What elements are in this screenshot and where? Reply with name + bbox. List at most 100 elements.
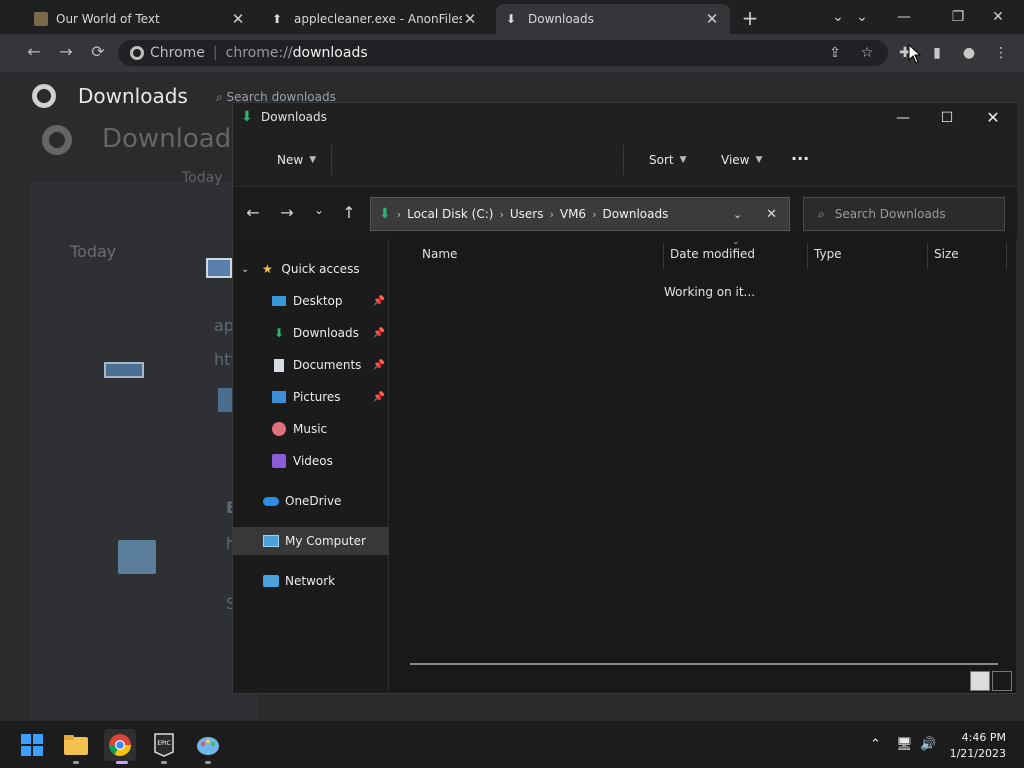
minimize-button[interactable]: — (882, 4, 926, 30)
ghost-downloads-title: Downloads (42, 124, 245, 155)
nav-quick-access[interactable]: ⌄ ★ Quick access (233, 255, 389, 283)
back-button[interactable]: ← (241, 203, 265, 223)
tab-anonfiles[interactable]: ⬆ applecleaner.exe - AnonFiles ✕ (262, 4, 488, 34)
divider (623, 145, 624, 175)
more-options-button[interactable]: ··· (791, 149, 809, 168)
pin-icon[interactable]: 📌 (373, 360, 385, 371)
navigation-pane: ⌄ ★ Quick access Desktop 📌 ⬇ Downloads 📌… (233, 239, 389, 693)
horizontal-scrollbar[interactable] (410, 663, 998, 665)
svg-text:EPIC: EPIC (157, 740, 170, 747)
explorer-address-bar[interactable]: ⬇ › Local Disk (C:) › Users › VM6 › Down… (370, 197, 790, 231)
column-divider[interactable] (663, 243, 664, 269)
column-header-date-modified[interactable]: Date modified (670, 247, 755, 261)
nav-documents[interactable]: Documents 📌 (233, 351, 389, 379)
explorer-title-bar: ⬇ Downloads — ☐ ✕ (233, 103, 1017, 133)
nav-music[interactable]: Music (233, 415, 389, 443)
loading-status-text: Working on it... (664, 285, 756, 299)
close-tab-icon[interactable]: ✕ (704, 10, 720, 28)
chevron-down-icon[interactable]: ⌄ (840, 4, 884, 30)
system-clock[interactable]: 4:46 PM 1/21/2023 (950, 730, 1006, 762)
breadcrumb-item[interactable]: Users (510, 207, 544, 221)
breadcrumb-item[interactable]: Local Disk (C:) (407, 207, 493, 221)
paint-icon[interactable] (192, 729, 224, 761)
forward-button[interactable]: → (275, 203, 299, 223)
installer-icon (118, 540, 156, 574)
reload-button[interactable]: ⟳ (86, 42, 110, 64)
menu-kebab-icon[interactable]: ⋮ (992, 44, 1010, 62)
nav-my-computer[interactable]: My Computer (233, 527, 389, 555)
close-tab-icon[interactable]: ✕ (230, 10, 246, 28)
file-explorer-window: ⬇ Downloads — ☐ ✕ New ▼ Sort ▼ View ▼ ··· ←… (232, 102, 1017, 694)
ghost-text-fragment: ap (214, 316, 234, 335)
command-bar: New ▼ Sort ▼ View ▼ ··· (233, 133, 1017, 187)
nav-videos[interactable]: Videos (233, 447, 389, 475)
google-chrome-icon[interactable] (104, 729, 136, 761)
clear-address-icon[interactable]: ✕ (766, 207, 777, 222)
sort-button[interactable]: Sort ▼ (649, 153, 687, 167)
installer-icon (104, 362, 160, 386)
forward-button[interactable]: → (54, 42, 78, 64)
new-button[interactable]: New ▼ (277, 153, 316, 167)
windows-start-icon[interactable] (16, 729, 48, 761)
pictures-icon (271, 389, 287, 405)
network-icon (263, 573, 279, 589)
tab-our-world-of-text[interactable]: Our World of Text ✕ (24, 4, 256, 34)
epic-games-icon[interactable]: EPIC (148, 729, 180, 761)
network-status-icon[interactable]: 🖥 (896, 737, 913, 752)
file-explorer-icon[interactable] (60, 729, 92, 761)
column-header-type[interactable]: Type (814, 247, 842, 261)
download-icon: ⬇ (241, 109, 253, 125)
side-panel-icon[interactable]: ▮ (928, 44, 946, 62)
search-icon: ⌕ (818, 206, 825, 221)
view-button[interactable]: View ▼ (721, 153, 762, 167)
recent-locations-button[interactable]: ⌄ (307, 203, 331, 223)
pin-icon[interactable]: 📌 (373, 392, 385, 403)
divider (331, 145, 332, 175)
nav-desktop[interactable]: Desktop 📌 (233, 287, 389, 315)
breadcrumb-item[interactable]: Downloads (602, 207, 668, 221)
restore-button[interactable]: ❐ (936, 4, 980, 30)
search-input[interactable]: ⌕ Search Downloads (803, 197, 1005, 231)
nav-pictures[interactable]: Pictures 📌 (233, 383, 389, 411)
volume-icon[interactable]: 🔊 (920, 737, 936, 752)
nav-onedrive[interactable]: OneDrive (233, 487, 389, 515)
back-button[interactable]: ← (22, 42, 46, 64)
new-tab-button[interactable]: + (738, 6, 762, 30)
documents-icon (271, 357, 287, 373)
nav-downloads[interactable]: ⬇ Downloads 📌 (233, 319, 389, 347)
active-indicator (116, 761, 128, 764)
share-icon[interactable]: ⇪ (826, 44, 844, 62)
chevron-right-icon: › (499, 207, 504, 221)
mouse-cursor-icon (908, 44, 922, 64)
close-window-button[interactable]: ✕ (976, 4, 1020, 30)
large-icons-view-button[interactable] (992, 671, 1012, 691)
download-icon: ⬇ (506, 12, 517, 26)
chevron-down-icon: ⌄ (241, 263, 250, 275)
column-divider[interactable] (1006, 243, 1007, 269)
details-view-button[interactable] (970, 671, 990, 691)
column-divider[interactable] (927, 243, 928, 269)
maximize-button[interactable]: ☐ (927, 107, 967, 129)
chevron-down-icon: ▼ (679, 155, 687, 165)
computer-icon (263, 533, 279, 549)
file-list-pane: Name ⌄ Date modified Type Size Working o… (390, 237, 1016, 693)
close-tab-icon[interactable]: ✕ (462, 10, 478, 28)
chevron-up-icon[interactable]: ⌃ (870, 737, 881, 752)
column-divider[interactable] (807, 243, 808, 269)
address-dropdown-icon[interactable]: ⌄ (733, 208, 742, 221)
chevron-right-icon: › (396, 207, 402, 221)
up-button[interactable]: ↑ (337, 203, 361, 223)
pin-icon[interactable]: 📌 (373, 296, 385, 307)
pin-icon[interactable]: 📌 (373, 328, 385, 339)
breadcrumb-item[interactable]: VM6 (560, 207, 586, 221)
column-header-size[interactable]: Size (934, 247, 959, 261)
bookmark-star-icon[interactable]: ☆ (858, 44, 876, 62)
onedrive-cloud-icon (263, 493, 279, 509)
nav-network[interactable]: Network (233, 567, 389, 595)
tab-downloads[interactable]: ⬇ Downloads ✕ (496, 4, 730, 34)
column-header-name[interactable]: Name (422, 247, 457, 261)
download-icon: ⬇ (379, 206, 391, 222)
minimize-button[interactable]: — (883, 107, 923, 129)
close-window-button[interactable]: ✕ (973, 107, 1013, 129)
profile-icon[interactable]: ● (960, 44, 978, 62)
